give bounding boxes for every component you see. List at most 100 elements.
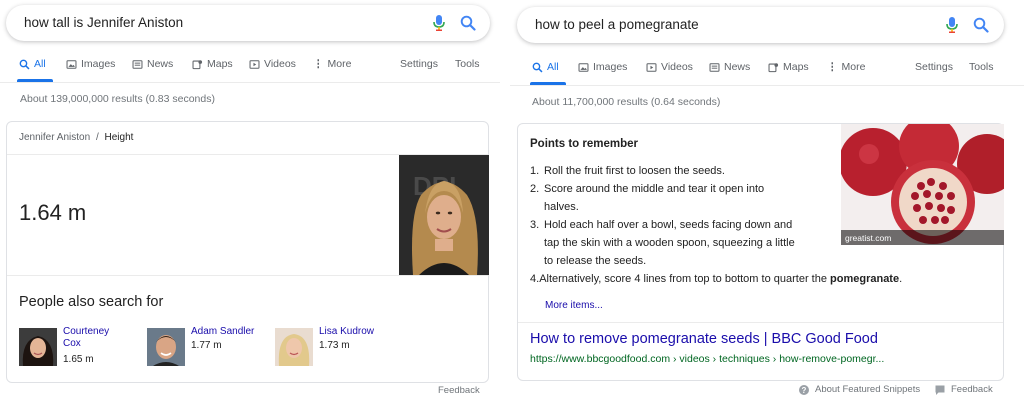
tools-link[interactable]: Tools [455,58,480,70]
tab-more[interactable]: ⋮ More [313,58,351,70]
microphone-icon[interactable] [945,16,959,34]
tab-label: More [841,61,866,73]
tab-label: More [327,58,352,70]
tab-all[interactable]: All [19,58,46,70]
tab-videos[interactable]: Videos [249,58,296,70]
step-item: 4. Alternatively, score 4 lines from top… [530,270,902,288]
tab-images[interactable]: Images [578,61,627,73]
related-person[interactable]: Courteney Cox 1.65 m [19,326,139,372]
tab-label: Images [81,58,116,70]
card-divider [7,275,488,276]
search-icon[interactable] [973,17,989,33]
pomegranate-image[interactable]: greatist.com [841,124,1004,245]
tab-news[interactable]: News [709,61,750,73]
settings-link[interactable]: Settings [915,61,953,73]
tab-more[interactable]: ⋮ More [827,61,865,73]
right-results-page: how to peel a pomegranate All Images Vid… [510,0,1024,403]
step-text: Hold each half over a bowl, seeds facing… [544,219,793,231]
snippet-steps: 1. Roll the fruit first to loosen the se… [530,162,902,288]
search-input[interactable]: how tall is Jennifer Aniston [24,15,183,30]
related-person-name[interactable]: Adam Sandler [191,326,254,337]
lisa-kudrow-photo [275,328,313,366]
search-icon [19,59,30,70]
tab-images[interactable]: Images [66,58,115,70]
height-answer: 1.64 m [19,200,87,225]
step-text: tap the skin with a wooden spoon, squeez… [544,237,795,249]
tab-videos[interactable]: Videos [646,61,693,73]
tab-label: Videos [661,61,693,73]
adam-sandler-photo [147,328,185,366]
tab-all[interactable]: All [532,61,559,73]
svg-text:?: ? [802,386,807,395]
related-person-name[interactable]: Courteney [63,326,109,338]
tabs-divider [0,82,500,83]
result-title-link[interactable]: How to remove pomegranate seeds | BBC Go… [530,331,878,347]
search-icon [532,62,543,73]
tab-label: Maps [207,58,233,70]
tab-label: All [34,58,46,70]
image-caption: greatist.com [845,233,891,243]
more-vert-icon: ⋮ [313,58,324,70]
card-divider [518,322,1003,323]
step-text: halves. [544,201,579,213]
tab-maps[interactable]: Maps [192,58,233,70]
feedback-link[interactable]: Feedback [935,384,993,395]
related-person-name[interactable]: Cox [63,338,109,350]
search-tabs: All Images Videos News Maps ⋮ More Setti… [510,61,1024,81]
tabs-divider [510,85,1024,86]
result-url[interactable]: https://www.bbcgoodfood.com › videos › t… [530,353,884,365]
tab-label: News [147,58,174,70]
about-featured-snippets-link[interactable]: ? About Featured Snippets [799,384,920,395]
breadcrumb-entity[interactable]: Jennifer Aniston [19,132,90,143]
step-text: . [899,273,903,285]
search-icon[interactable] [460,15,476,31]
step-number: 1. [530,165,540,177]
video-icon [646,62,657,72]
search-tabs: All Images News Maps Videos ⋮ More Setti… [0,58,500,78]
breadcrumb-separator: / [95,132,99,143]
related-person[interactable]: Adam Sandler 1.77 m [147,326,267,372]
knowledge-panel: Jennifer Aniston / Height 1.64 m DPL Peo… [6,121,489,383]
left-results-page: how tall is Jennifer Aniston All Images … [0,0,500,403]
tab-maps[interactable]: Maps [768,61,809,73]
image-icon [578,62,589,72]
step-number: 2. [530,183,540,195]
tab-label: All [547,61,559,73]
step-text: Score around the middle and tear it open… [544,183,765,195]
snippet-heading: Points to remember [530,138,638,150]
step-item: 1. Roll the fruit first to loosen the se… [530,162,840,180]
search-bar[interactable]: how to peel a pomegranate [517,7,1004,43]
related-person-height: 1.65 m [63,354,94,365]
video-icon [249,59,260,69]
search-input[interactable]: how to peel a pomegranate [535,17,699,32]
tab-news[interactable]: News [132,58,173,70]
breadcrumb-attribute: Height [104,132,134,143]
step-text: to release the seeds. [544,255,647,267]
step-text: Roll the fruit first to loosen the seeds… [544,165,725,177]
tab-label: News [724,61,751,73]
search-bar[interactable]: how tall is Jennifer Aniston [6,5,490,41]
microphone-icon[interactable] [432,14,446,32]
related-person-name[interactable]: Lisa Kudrow [319,326,374,337]
tools-link[interactable]: Tools [969,61,994,73]
step-number: 3. [530,219,540,231]
related-person-height: 1.73 m [319,340,350,351]
step-item: 2. Score around the middle and tear it o… [530,180,840,216]
result-stats: About 11,700,000 results (0.64 seconds) [532,96,721,108]
feedback-icon [935,385,945,395]
news-icon [709,62,720,72]
feedback-link[interactable]: Feedback [438,385,480,396]
related-person[interactable]: Lisa Kudrow 1.73 m [275,326,395,372]
jennifer-aniston-photo[interactable]: DPL [399,155,489,275]
feedback-label: Feedback [951,384,993,395]
tab-label: Maps [783,61,809,73]
courteney-cox-photo [19,328,57,366]
step-number: 4. [530,273,540,285]
help-icon: ? [799,384,809,395]
step-item: 3. Hold each half over a bowl, seeds fac… [530,216,840,270]
more-items-link[interactable]: More items... [545,300,603,311]
tab-label: Images [593,61,628,73]
breadcrumb: Jennifer Aniston / Height [19,132,133,143]
image-icon [66,59,77,69]
settings-link[interactable]: Settings [400,58,438,70]
